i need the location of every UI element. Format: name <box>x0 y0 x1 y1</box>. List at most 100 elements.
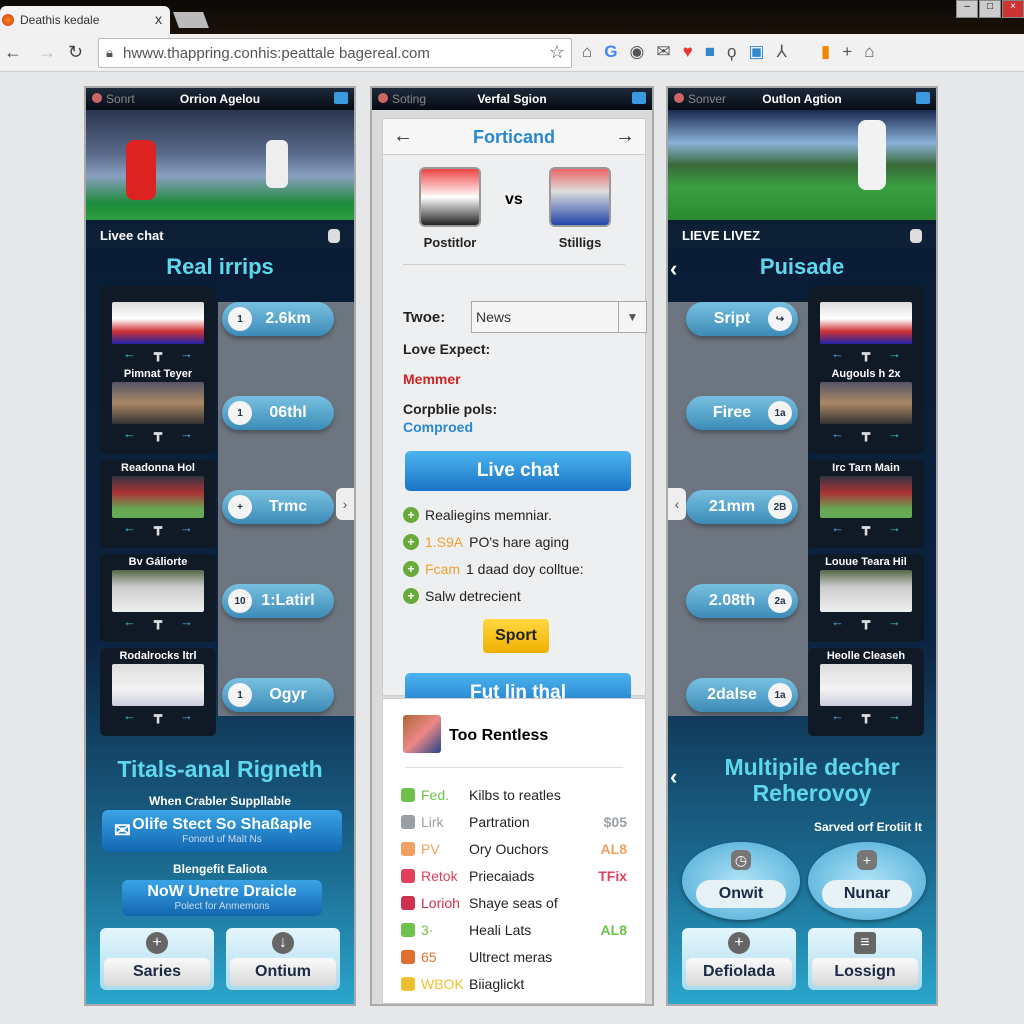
sport-button[interactable]: Sport <box>483 619 549 653</box>
player1-avatar[interactable] <box>419 167 481 227</box>
back-icon[interactable]: ← <box>4 42 22 63</box>
calendar-icon[interactable]: ▣ <box>748 42 764 62</box>
arrow-left-icon[interactable]: ← <box>831 346 844 362</box>
address-bar[interactable]: 🔒︎ hwww.thappring.conhis:peattale bagerea… <box>98 38 572 68</box>
thumbnail-card[interactable]: Heolle Cleaseh ← ┳ → <box>808 648 924 736</box>
stat-pill[interactable]: 1a 2dalse <box>686 678 798 712</box>
arrow-right-icon[interactable]: → <box>888 520 901 536</box>
list-row[interactable]: WBOK Biiaglickt <box>401 974 627 994</box>
thumbnail-card[interactable]: Louue Teara Hil ← ┳ → <box>808 554 924 642</box>
arrow-left-icon[interactable]: ← <box>123 614 136 630</box>
extension-icon[interactable]: ■ <box>705 42 715 62</box>
stat-pill[interactable]: 1 06thl <box>222 396 334 430</box>
plus-icon[interactable]: + <box>842 42 852 62</box>
stat-pill[interactable]: 2B 21mm <box>686 490 798 524</box>
arrow-left-icon[interactable]: ← <box>831 520 844 536</box>
thumbnail-image[interactable] <box>112 476 204 518</box>
app-icon[interactable]: ▮ <box>821 42 830 62</box>
stand-icon[interactable]: ┳ <box>154 346 162 362</box>
arrow-right-icon[interactable]: → <box>888 614 901 630</box>
arrow-left-icon[interactable]: ← <box>123 426 136 442</box>
list-row[interactable]: PV Ory Ouchors AL8 <box>401 839 627 859</box>
list-row[interactable]: Lirk Partration $05 <box>401 812 627 832</box>
window-icon[interactable] <box>334 92 348 104</box>
stat-pill[interactable]: 2a 2.08th <box>686 584 798 618</box>
google-icon[interactable]: G <box>604 42 617 62</box>
thumbnail-image[interactable] <box>820 302 912 344</box>
tile-defiolada[interactable]: + Defiolada <box>682 928 796 990</box>
bookmark-star-icon[interactable]: ☆ <box>549 42 565 63</box>
stand-icon[interactable]: ┳ <box>154 426 162 442</box>
stat-pill[interactable]: 10 1:Latirl <box>222 584 334 618</box>
list-row[interactable]: Fed. Kilbs to reatles <box>401 785 627 805</box>
next-arrow[interactable]: › <box>336 488 354 520</box>
stat-pill[interactable]: ↪ Sript <box>686 302 798 336</box>
arrow-left-icon[interactable]: ← <box>123 520 136 536</box>
stand-icon[interactable]: ┳ <box>154 520 162 536</box>
left-primary-button[interactable]: ✉ Olife Stect So Shaßaple Fonord uf Malt N… <box>102 810 342 852</box>
arrow-right-icon[interactable]: → <box>888 708 901 724</box>
pin-icon[interactable]: ♥ <box>683 42 693 62</box>
thumbnail-card[interactable]: Pimnat Teyer ← ┳ → <box>100 366 216 454</box>
arrow-left-icon[interactable]: ← <box>123 708 136 724</box>
thumbnail-card[interactable]: ← ┳ → <box>808 286 924 374</box>
arrow-right-icon[interactable]: → <box>180 708 193 724</box>
minimize-button[interactable]: – <box>956 0 978 18</box>
stat-pill[interactable]: + Trmc <box>222 490 334 524</box>
thumbnail-image[interactable] <box>112 382 204 424</box>
stat-pill[interactable]: 1 Ogyr <box>222 678 334 712</box>
tile-saries[interactable]: + Saries <box>100 928 214 990</box>
arrow-right-icon[interactable]: → <box>180 520 193 536</box>
arrow-left-icon[interactable]: ← <box>123 346 136 362</box>
window-icon[interactable] <box>916 92 930 104</box>
stat-pill[interactable]: 1a Firee <box>686 396 798 430</box>
new-tab-button[interactable] <box>173 12 209 28</box>
tile-lossign[interactable]: ≡ Lossign <box>808 928 922 990</box>
thumbnail-image[interactable] <box>820 476 912 518</box>
arrow-left-icon[interactable]: ← <box>831 708 844 724</box>
maximize-button[interactable]: □ <box>979 0 1001 18</box>
tile-ontium[interactable]: ↓ Ontium <box>226 928 340 990</box>
arrow-left-icon[interactable]: ← <box>831 426 844 442</box>
left-secondary-button[interactable]: NoW Unetre Draicle Polect for Anmemons <box>122 880 322 916</box>
arrow-right-icon[interactable]: → <box>180 346 193 362</box>
next-arrow-icon[interactable]: → <box>615 125 635 148</box>
list-row[interactable]: Retok Priecaiads TFix <box>401 866 627 886</box>
oval-nunar[interactable]: + Nunar <box>808 842 926 920</box>
list-row[interactable]: 3· Heali Lats AL8 <box>401 920 627 940</box>
thumbnail-card[interactable]: ← ┳ → <box>100 286 216 374</box>
prev-arrow[interactable]: ‹ <box>668 488 686 520</box>
live-chat-button[interactable]: Live chat <box>405 451 631 491</box>
type-select[interactable]: News ▼ <box>471 301 647 333</box>
arrow-right-icon[interactable]: → <box>888 346 901 362</box>
bulb-icon[interactable]: ϙ <box>727 42 736 62</box>
browser-tab[interactable]: Deathis kedale x <box>0 6 170 34</box>
thumbnail-card[interactable]: Augouls h 2x ← ┳ → <box>808 366 924 454</box>
stand-icon[interactable]: ┳ <box>862 346 870 362</box>
camera-icon[interactable]: ◉ <box>630 42 645 62</box>
stand-icon[interactable]: ┳ <box>862 614 870 630</box>
forward-icon[interactable]: → <box>38 42 56 63</box>
thumbnail-card[interactable]: Rodalrocks ltrl ← ┳ → <box>100 648 216 736</box>
thumbnail-image[interactable] <box>820 664 912 706</box>
thumbnail-image[interactable] <box>820 382 912 424</box>
window-icon[interactable] <box>632 92 646 104</box>
stand-icon[interactable]: ┳ <box>862 426 870 442</box>
close-tab-icon[interactable]: x <box>155 11 162 27</box>
reload-icon[interactable]: ↻ <box>68 42 83 63</box>
stand-icon[interactable]: ┳ <box>862 708 870 724</box>
home-icon[interactable]: ⌂ <box>582 42 592 62</box>
tool-icon[interactable]: ⅄ <box>777 42 787 62</box>
settings-icon[interactable] <box>328 229 340 243</box>
thumbnail-image[interactable] <box>112 664 204 706</box>
stand-icon[interactable]: ┳ <box>154 708 162 724</box>
stand-icon[interactable]: ┳ <box>154 614 162 630</box>
player2-avatar[interactable] <box>549 167 611 227</box>
stat-pill[interactable]: 1 2.6km <box>222 302 334 336</box>
thumbnail-card[interactable]: Bv Gáliorte ← ┳ → <box>100 554 216 642</box>
close-window-button[interactable]: × <box>1002 0 1024 18</box>
arrow-right-icon[interactable]: → <box>180 426 193 442</box>
thumbnail-image[interactable] <box>820 570 912 612</box>
stand-icon[interactable]: ┳ <box>862 520 870 536</box>
home-outline-icon[interactable]: ⌂ <box>864 42 874 62</box>
